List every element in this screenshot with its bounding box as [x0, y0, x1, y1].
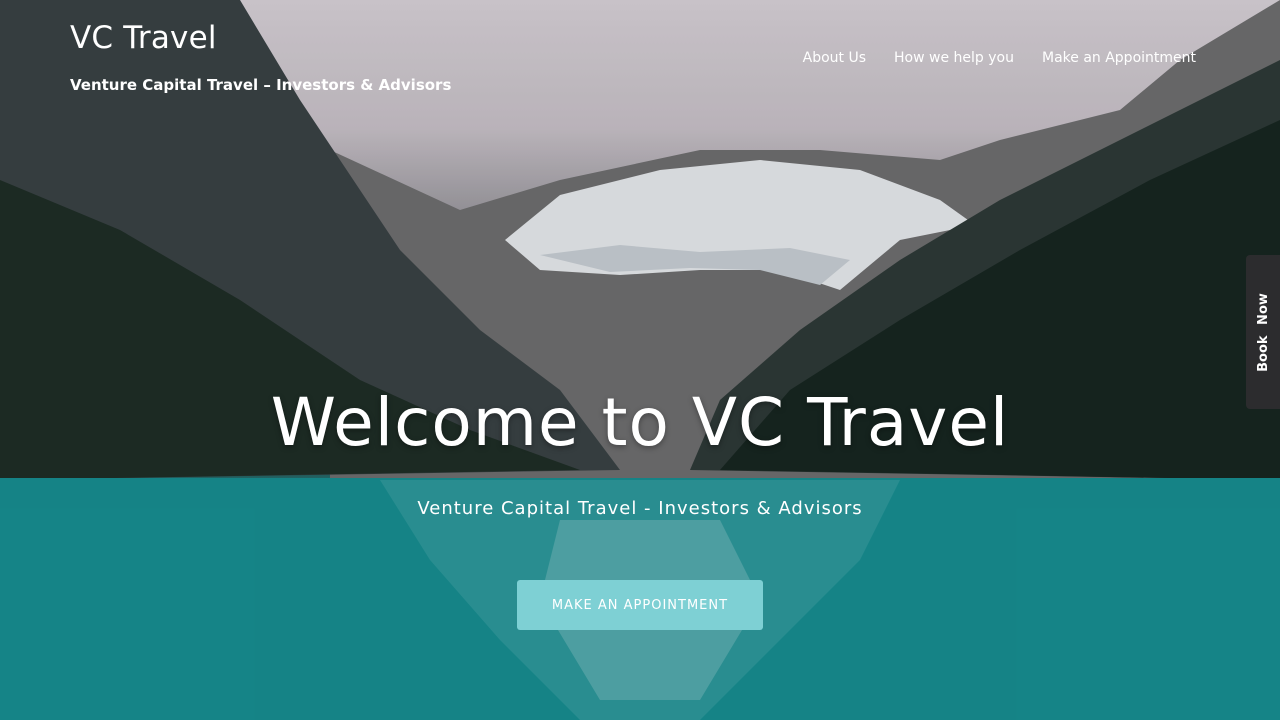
main-navigation: About Us How we help you Make an Appoint… — [803, 50, 1196, 66]
hero-subtitle: Venture Capital Travel - Investors & Adv… — [417, 498, 863, 519]
nav-item-make-appointment[interactable]: Make an Appointment — [1042, 50, 1196, 66]
nav-item-about-us[interactable]: About Us — [803, 50, 866, 66]
hero-title: Welcome to VC Travel — [270, 384, 1010, 461]
make-appointment-button[interactable]: MAKE AN APPOINTMENT — [517, 580, 763, 630]
site-tagline: Venture Capital Travel – Investors & Adv… — [70, 76, 452, 94]
book-now-label: Book Now — [1255, 292, 1271, 372]
nav-item-how-we-help[interactable]: How we help you — [894, 50, 1014, 66]
site-title[interactable]: VC Travel — [70, 20, 217, 56]
hero-section: VC Travel Venture Capital Travel – Inves… — [0, 0, 1280, 720]
book-now-tab[interactable]: Book Now — [1246, 255, 1280, 409]
